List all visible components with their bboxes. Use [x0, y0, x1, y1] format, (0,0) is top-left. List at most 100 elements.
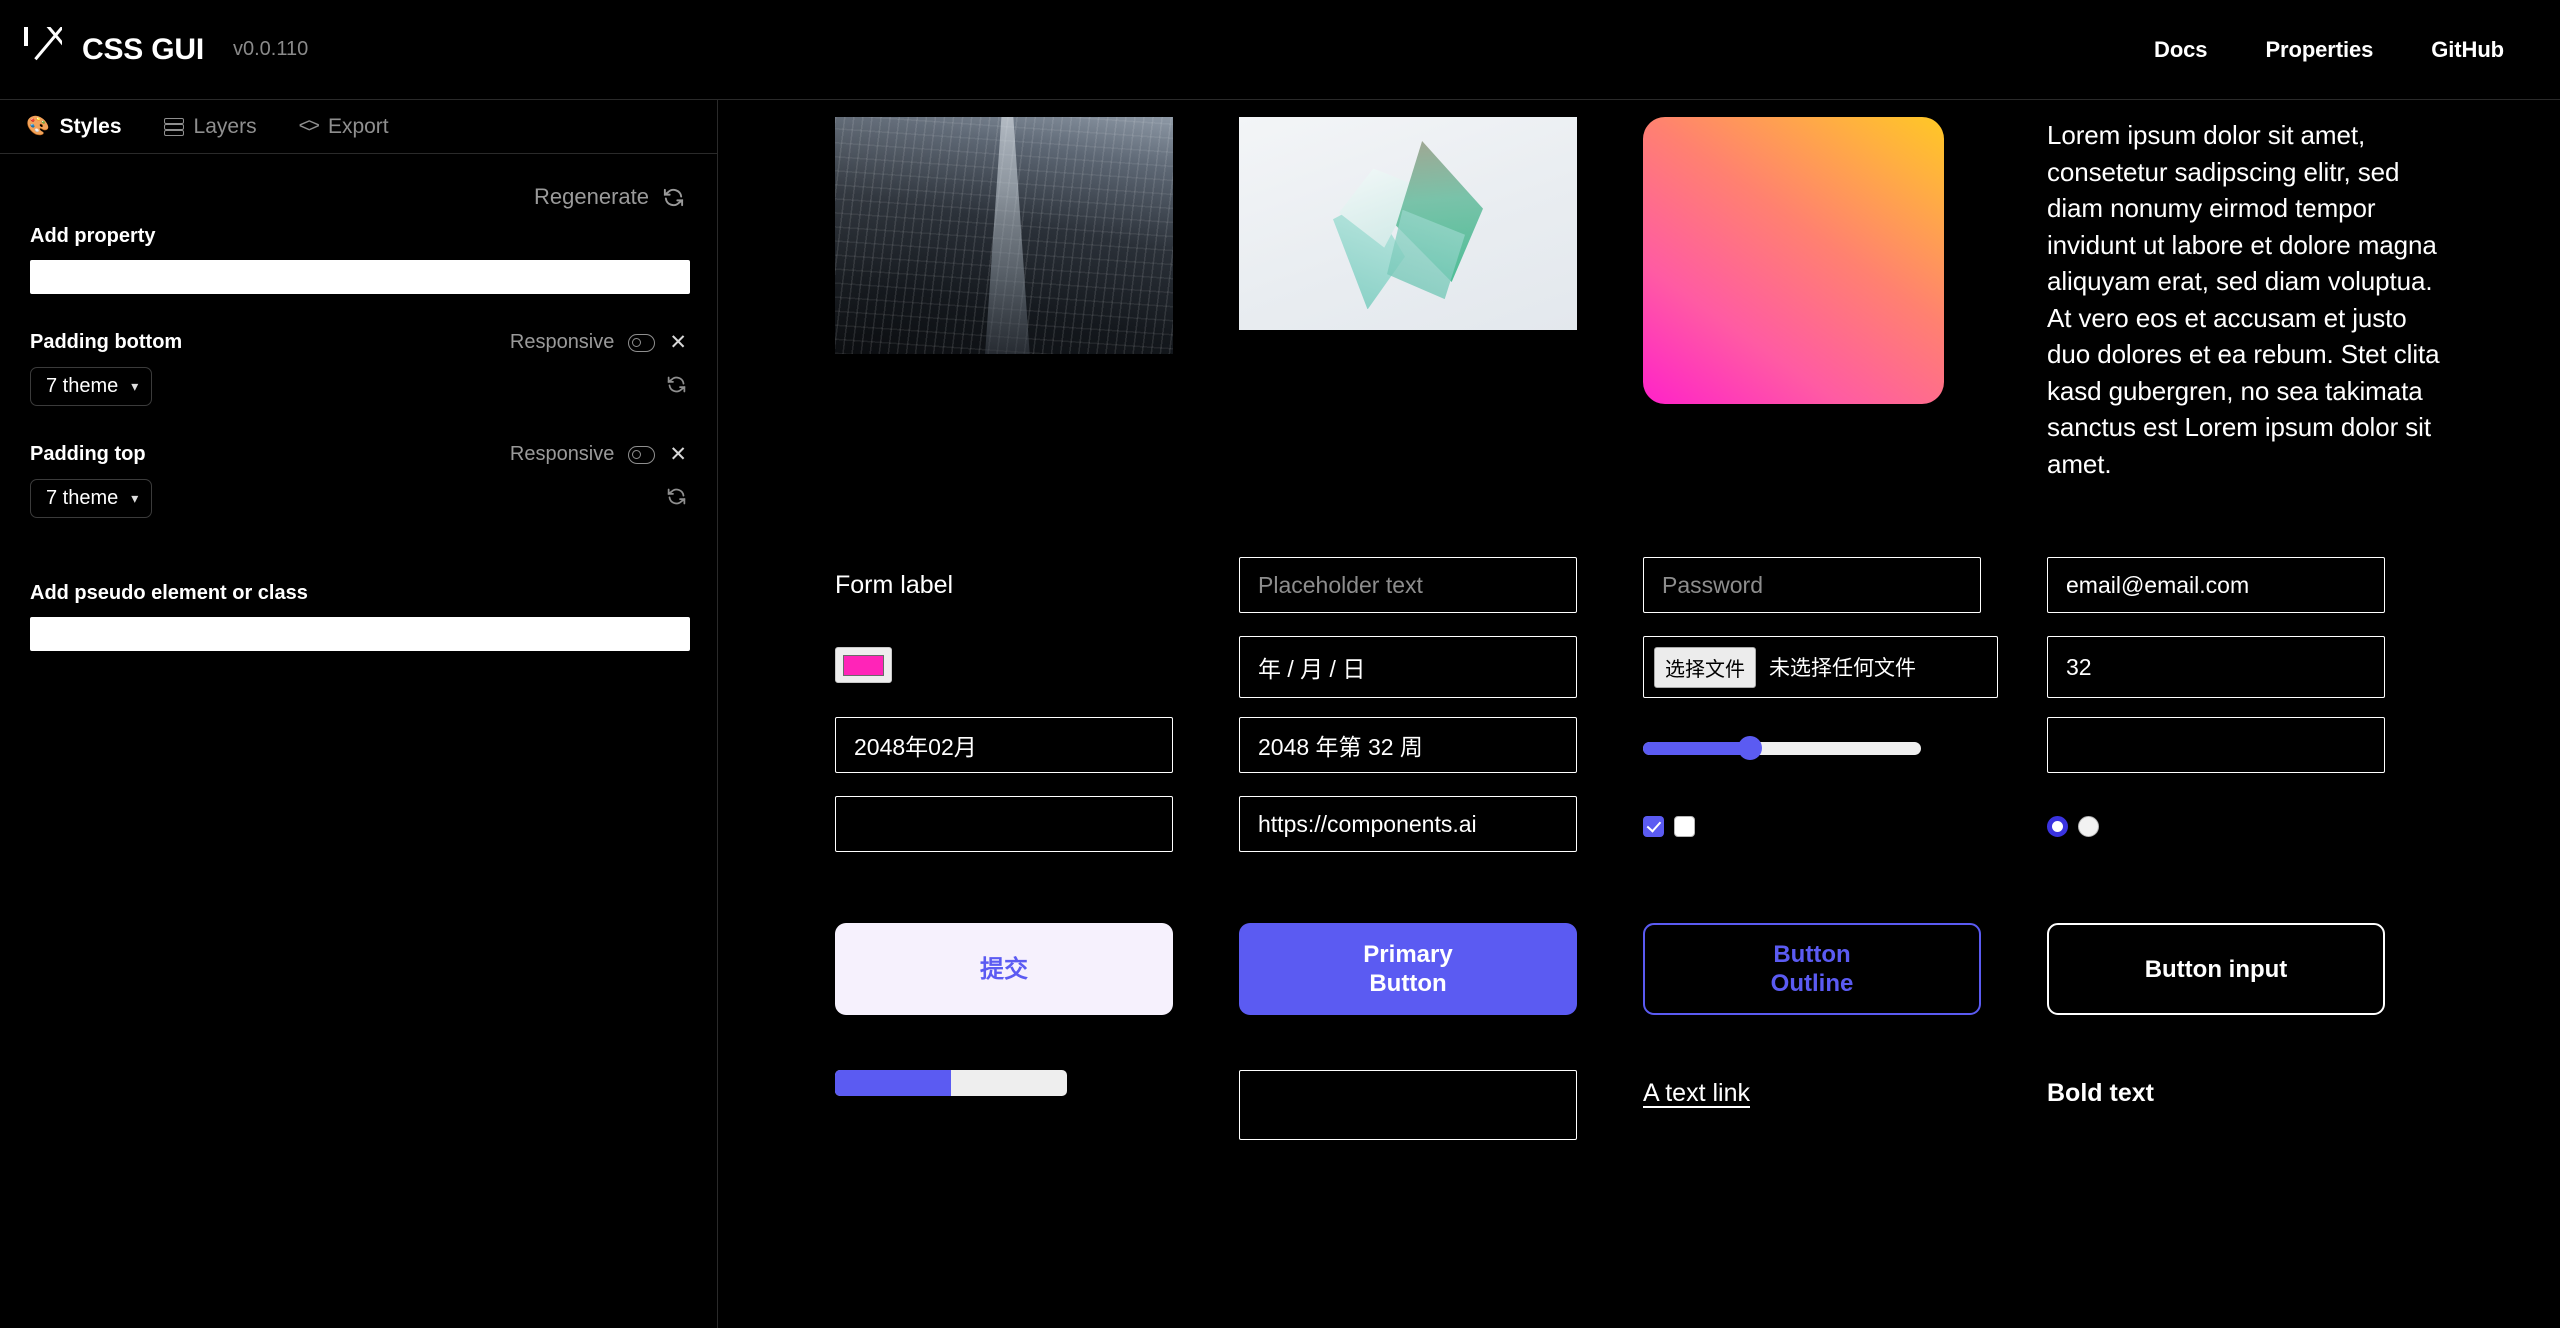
brand-version: v0.0.110 — [232, 38, 309, 60]
text-input-cell — [1239, 557, 1643, 613]
sidebar-tabbar: 🎨 Styles Layers <> Export — [0, 100, 717, 154]
checkbox-unchecked[interactable] — [1674, 815, 1695, 837]
primary-button-cell: Primary Button — [1239, 923, 1643, 1038]
padding-top-select[interactable]: 7 theme ▾ — [30, 479, 153, 518]
range-input-cell — [1643, 717, 2047, 779]
bottom-row: A text link Bold text — [835, 1070, 2560, 1140]
blank-input-cell — [835, 796, 1239, 852]
progress-cell — [835, 1070, 1239, 1096]
padding-bottom-select[interactable]: 7 theme ▾ — [30, 367, 153, 406]
responsive-label: Responsive — [509, 331, 615, 353]
time-input[interactable] — [2047, 717, 2385, 773]
form-row-1: Form label — [835, 557, 2560, 636]
file-input[interactable]: 选择文件 未选择任何文件 — [1643, 636, 1998, 698]
date-input[interactable] — [1239, 636, 1577, 698]
crossed-box-icon — [24, 26, 62, 73]
form-label: Form label — [835, 570, 954, 599]
property-body: 7 theme ▾ — [30, 367, 687, 406]
number-input[interactable] — [2047, 636, 2385, 698]
regenerate-row[interactable]: Regenerate — [30, 184, 685, 210]
time-input-cell — [2047, 717, 2451, 773]
layers-icon — [163, 117, 184, 136]
chevron-down-icon: ▾ — [131, 490, 139, 506]
month-input[interactable] — [835, 717, 1173, 773]
padding-bottom-refresh-icon[interactable] — [666, 374, 687, 400]
bold-text-cell: Bold text — [2047, 1070, 2451, 1108]
tab-styles[interactable]: 🎨 Styles — [26, 115, 122, 139]
refresh-icon[interactable] — [662, 186, 685, 209]
nav-link-docs[interactable]: Docs — [2154, 37, 2208, 63]
padding-top-value: 7 theme — [46, 487, 119, 509]
primary-button-line2: Button — [1369, 970, 1447, 997]
top-header: CSS GUI v0.0.110 Docs Properties GitHub — [0, 0, 2560, 99]
submit-button-cell: 提交 — [835, 923, 1239, 1038]
submit-button[interactable]: 提交 — [835, 923, 1173, 1015]
property-header: Padding top Responsive ✕ — [30, 443, 687, 466]
radio-cell — [2047, 796, 2451, 846]
nav-link-github[interactable]: GitHub — [2431, 37, 2504, 63]
property-padding-top: Padding top Responsive ✕ 7 theme ▾ — [30, 443, 687, 518]
add-pseudo-input[interactable] — [30, 617, 690, 651]
password-input[interactable] — [1643, 557, 1981, 613]
progress-fill — [835, 1070, 951, 1096]
component-grid: Lorem ipsum dolor sit amet, consetetur s… — [718, 100, 2560, 1140]
gradient-card — [1643, 117, 1944, 404]
padding-top-refresh-icon[interactable] — [666, 486, 687, 512]
range-knob[interactable] — [1738, 736, 1762, 760]
tab-styles-label: Styles — [59, 114, 122, 138]
tab-layers-label: Layers — [193, 114, 257, 138]
outline-button-line2: Outline — [1770, 970, 1854, 997]
property-header: Padding bottom Responsive ✕ — [30, 331, 687, 354]
checkbox-cell — [1643, 796, 2047, 846]
progress-bar — [835, 1070, 1067, 1096]
media-cell-building — [835, 117, 1239, 557]
email-input[interactable] — [2047, 557, 2385, 613]
url-input[interactable] — [1239, 796, 1577, 852]
textarea-input[interactable] — [1239, 1070, 1577, 1140]
week-input[interactable] — [1239, 717, 1577, 773]
responsive-toggle[interactable] — [628, 445, 656, 464]
primary-button-line1: Primary — [1363, 941, 1453, 968]
number-input-cell — [2047, 636, 2451, 698]
form-row-4 — [835, 796, 2560, 875]
month-input-cell — [835, 717, 1239, 773]
form-row-3 — [835, 717, 2560, 796]
color-input[interactable] — [835, 647, 892, 683]
tab-layers[interactable]: Layers — [163, 114, 257, 139]
property-body: 7 theme ▾ — [30, 479, 687, 518]
radio-unchecked[interactable] — [2078, 815, 2099, 837]
add-pseudo-block: Add pseudo element or class — [30, 582, 690, 651]
tab-export[interactable]: <> Export — [299, 115, 389, 139]
text-input[interactable] — [1239, 557, 1577, 613]
range-fill — [1643, 741, 1746, 755]
choose-file-button[interactable]: 选择文件 — [1654, 646, 1756, 688]
email-input-cell — [2047, 557, 2451, 613]
checkbox-checked[interactable] — [1643, 815, 1664, 837]
primary-button[interactable]: Primary Button — [1239, 923, 1577, 1015]
responsive-toggle[interactable] — [628, 333, 656, 352]
property-padding-bottom: Padding bottom Responsive ✕ 7 theme ▾ — [30, 331, 687, 406]
padding-bottom-value: 7 theme — [46, 375, 119, 397]
remove-property-button[interactable]: ✕ — [669, 332, 687, 353]
range-slider[interactable] — [1643, 736, 1921, 760]
palette-icon: 🎨 — [26, 116, 50, 137]
date-input-cell — [1239, 636, 1643, 698]
outline-button-line1: Button — [1773, 941, 1851, 968]
tab-export-label: Export — [327, 114, 389, 138]
property-actions: Responsive ✕ — [510, 443, 687, 466]
remove-property-button[interactable]: ✕ — [669, 444, 687, 465]
button-input-cell: Button input — [2047, 923, 2451, 1038]
buttons-row: 提交 Primary Button Button Outline Button … — [835, 923, 2560, 1038]
blank-input[interactable] — [835, 796, 1173, 852]
regenerate-label: Regenerate — [534, 184, 649, 209]
color-input-cell — [835, 636, 1239, 683]
outline-button[interactable]: Button Outline — [1643, 923, 1981, 1015]
brand[interactable]: CSS GUI v0.0.110 — [0, 26, 309, 73]
button-input[interactable]: Button input — [2047, 923, 2385, 1015]
radio-checked[interactable] — [2047, 815, 2068, 837]
file-status-text: 未选择任何文件 — [1769, 657, 1916, 680]
add-property-input[interactable] — [30, 260, 690, 294]
nav-link-properties[interactable]: Properties — [2265, 37, 2373, 63]
text-link[interactable]: A text link — [1643, 1079, 1750, 1108]
text-link-cell: A text link — [1643, 1070, 2047, 1108]
